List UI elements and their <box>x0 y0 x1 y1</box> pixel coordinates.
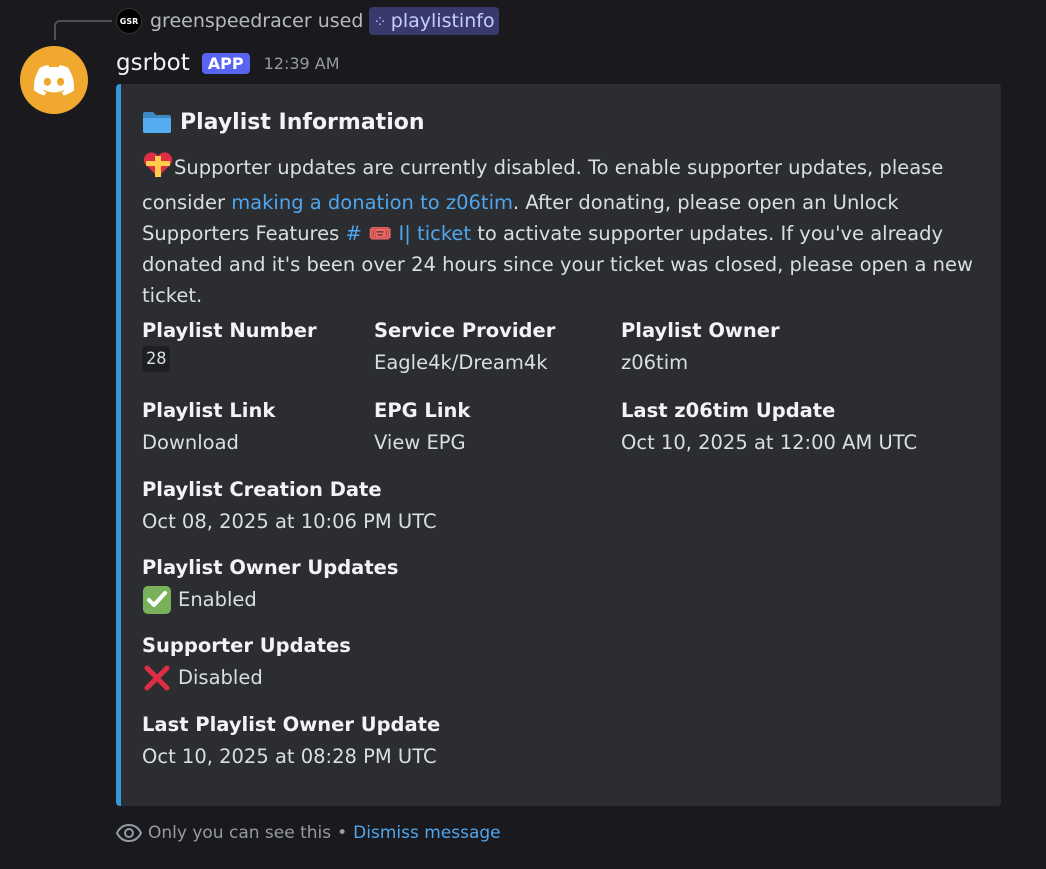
bot-avatar[interactable] <box>20 46 88 114</box>
field-owner-updates: Playlist Owner Updates Enabled <box>142 553 399 617</box>
embed-title: Playlist Information <box>142 102 982 142</box>
field-name: Supporter Updates <box>142 634 351 657</box>
check-mark-icon <box>143 586 171 614</box>
field-name: EPG Link <box>374 399 471 422</box>
ephemeral-text: Only you can see this <box>148 823 332 843</box>
app-badge: APP <box>201 52 250 74</box>
bot-username[interactable]: gsrbot <box>116 50 190 76</box>
field-value: Oct 10, 2025 at 08:28 PM UTC <box>142 745 437 768</box>
supporter-updates-status: Disabled <box>178 666 263 689</box>
field-value: 28 <box>142 346 317 372</box>
ephemeral-notice: Only you can see this • Dismiss message <box>116 820 501 846</box>
discord-logo-icon <box>34 64 74 96</box>
message-header: gsrbot APP 12:39 AM <box>116 46 340 80</box>
field-supporter-updates: Supporter Updates Disabled <box>142 631 351 695</box>
command-used-text: used <box>317 10 364 32</box>
folder-icon <box>143 112 171 133</box>
field-last-owner-update: Last Playlist Owner Update Oct 10, 2025 … <box>142 710 440 774</box>
playlist-embed: Playlist Information Supporter updates a… <box>116 84 1001 806</box>
eye-icon <box>116 823 142 843</box>
field-playlist-owner: Playlist Owner z06tim <box>621 316 780 380</box>
invoker-username[interactable]: greenspeedracer <box>150 10 312 32</box>
slash-command-name: playlistinfo <box>390 10 495 32</box>
bot-message: GSR greenspeedracer used ⁘ playlistinfo … <box>0 0 1046 869</box>
field-playlist-link: Playlist Link Download <box>142 396 275 460</box>
command-reply-spine <box>54 20 112 40</box>
command-invocation-line: GSR greenspeedracer used ⁘ playlistinfo <box>116 7 499 35</box>
field-playlist-number: Playlist Number 28 <box>142 316 317 372</box>
slash-command-icon: ⁘ <box>373 11 387 31</box>
field-value: Oct 10, 2025 at 12:00 AM UTC <box>621 431 918 454</box>
slash-command-pill[interactable]: ⁘ playlistinfo <box>369 7 499 35</box>
playlist-number-code: 28 <box>142 346 171 372</box>
field-name: Playlist Link <box>142 399 276 422</box>
field-name: Playlist Number <box>142 319 317 342</box>
field-value: Disabled <box>142 661 351 695</box>
donation-link[interactable]: making a donation to z06tim <box>231 191 513 214</box>
field-value: Enabled <box>142 583 399 617</box>
field-name: Playlist Owner <box>621 319 780 342</box>
ticket-channel-link[interactable]: # 🎟️ I| ticket <box>346 222 472 245</box>
field-creation-date: Playlist Creation Date Oct 08, 2025 at 1… <box>142 475 437 539</box>
field-value: Oct 08, 2025 at 10:06 PM UTC <box>142 510 437 533</box>
cross-mark-icon <box>144 665 170 691</box>
field-epg-link: EPG Link View EPG <box>374 396 470 460</box>
field-name: Playlist Owner Updates <box>142 556 399 579</box>
field-name: Service Provider <box>374 319 556 342</box>
field-value: Eagle4k/Dream4k <box>374 351 548 374</box>
embed-description: Supporter updates are currently disabled… <box>142 152 982 311</box>
message-timestamp[interactable]: 12:39 AM <box>264 54 340 73</box>
view-epg-link[interactable]: View EPG <box>374 426 470 460</box>
field-name: Last z06tim Update <box>621 399 836 422</box>
download-link[interactable]: Download <box>142 426 275 460</box>
invoker-avatar[interactable]: GSR <box>116 8 142 34</box>
embed-title-text: Playlist Information <box>180 109 425 135</box>
field-service-provider: Service Provider Eagle4k/Dream4k <box>374 316 555 380</box>
field-value: z06tim <box>621 351 689 374</box>
field-name: Last Playlist Owner Update <box>142 713 441 736</box>
field-name: Playlist Creation Date <box>142 478 382 501</box>
field-last-z06tim-update: Last z06tim Update Oct 10, 2025 at 12:00… <box>621 396 917 460</box>
owner-updates-status: Enabled <box>178 588 257 611</box>
dismiss-message-link[interactable]: Dismiss message <box>353 823 500 843</box>
heart-ribbon-icon <box>142 152 174 187</box>
footer-separator: • <box>337 823 348 843</box>
